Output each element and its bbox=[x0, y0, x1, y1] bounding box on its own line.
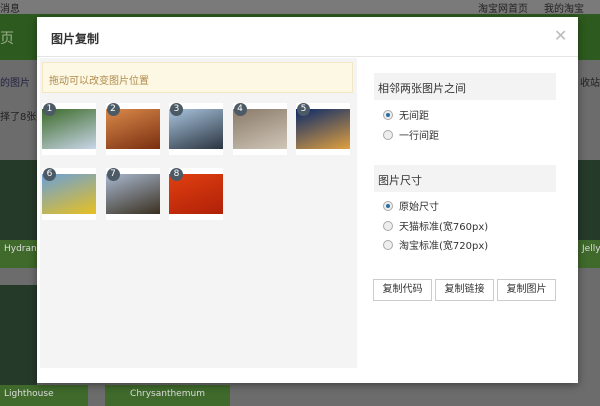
tile-image bbox=[578, 160, 600, 240]
size-option-original[interactable]: 原始尺寸 bbox=[383, 198, 439, 213]
image-thumbnail[interactable]: 4 bbox=[232, 103, 287, 155]
tile-label: Chrysanthemum bbox=[105, 385, 230, 406]
image-sort-panel: 拖动可以改变图片位置 1 2 3 4 5 6 7 8 bbox=[40, 58, 357, 368]
image-thumbnail[interactable]: 6 bbox=[42, 168, 96, 220]
radio[interactable] bbox=[383, 220, 393, 231]
spacing-section-title: 相邻两张图片之间 bbox=[374, 73, 556, 100]
image-order-badge: 4 bbox=[233, 103, 247, 116]
spacing-option-none[interactable]: 无间距 bbox=[383, 107, 429, 122]
radio-selected[interactable] bbox=[383, 200, 393, 211]
image-thumbnail[interactable]: 2 bbox=[105, 103, 160, 155]
image-order-badge: 7 bbox=[106, 168, 120, 181]
recycle-bin-link[interactable]: 收站 bbox=[580, 74, 600, 89]
radio[interactable] bbox=[383, 239, 393, 250]
image-thumbnail[interactable]: 3 bbox=[169, 103, 223, 155]
copy-link-button[interactable]: 复制链接 bbox=[435, 279, 494, 301]
tile-image bbox=[0, 285, 37, 385]
radio-selected[interactable] bbox=[383, 109, 393, 120]
my-taobao-link[interactable]: 我的淘宝 bbox=[544, 0, 584, 15]
option-label: 原始尺寸 bbox=[399, 202, 439, 213]
image-thumbnail[interactable]: 5 bbox=[296, 103, 350, 155]
dialog-title: 图片复制 bbox=[51, 32, 100, 46]
image-thumbnail[interactable]: 1 bbox=[42, 103, 96, 155]
image-order-badge: 2 bbox=[106, 103, 120, 116]
tile-label: Hydrangea bbox=[0, 240, 54, 268]
image-order-badge: 1 bbox=[43, 103, 56, 116]
image-order-badge: 3 bbox=[170, 103, 183, 116]
nav-fragment: 页 bbox=[0, 31, 14, 47]
option-label: 无间距 bbox=[399, 111, 429, 122]
messages-link[interactable]: 消息 bbox=[0, 0, 20, 15]
side-text: 择了8张 bbox=[0, 112, 37, 123]
option-label: 天猫标准(宽760px) bbox=[399, 222, 489, 233]
image-thumbnail[interactable]: 7 bbox=[105, 168, 160, 220]
page-top-bar: 消息 淘宝网首页 我的淘宝 bbox=[0, 0, 600, 15]
close-icon[interactable]: ✕ bbox=[554, 26, 567, 45]
tile-image bbox=[0, 160, 37, 240]
option-label: 淘宝标准(宽720px) bbox=[399, 241, 489, 252]
dialog-header: 图片复制 ✕ bbox=[37, 17, 578, 57]
side-text: 的图片 bbox=[0, 78, 30, 89]
image-order-badge: 6 bbox=[43, 168, 56, 181]
image-copy-dialog: 图片复制 ✕ 拖动可以改变图片位置 12345678 相邻两张图片之间 无间距 … bbox=[37, 17, 578, 383]
tile-label: Jellyfish bbox=[578, 240, 600, 268]
copy-code-button[interactable]: 复制代码 bbox=[373, 279, 432, 301]
taobao-home-link[interactable]: 淘宝网首页 bbox=[478, 0, 528, 15]
size-section-title: 图片尺寸 bbox=[374, 165, 556, 192]
image-order-badge: 8 bbox=[170, 168, 183, 181]
drag-hint: 拖动可以改变图片位置 bbox=[42, 62, 353, 93]
size-option-tmall[interactable]: 天猫标准(宽760px) bbox=[383, 218, 488, 233]
option-label: 一行间距 bbox=[399, 131, 439, 142]
tile-label: Lighthouse bbox=[0, 385, 88, 406]
image-order-badge: 5 bbox=[297, 103, 310, 116]
spacing-option-line[interactable]: 一行间距 bbox=[383, 127, 439, 142]
image-thumbnail[interactable]: 8 bbox=[169, 168, 223, 220]
copy-image-button[interactable]: 复制图片 bbox=[497, 279, 556, 301]
size-option-taobao[interactable]: 淘宝标准(宽720px) bbox=[383, 237, 488, 252]
radio[interactable] bbox=[383, 129, 393, 140]
